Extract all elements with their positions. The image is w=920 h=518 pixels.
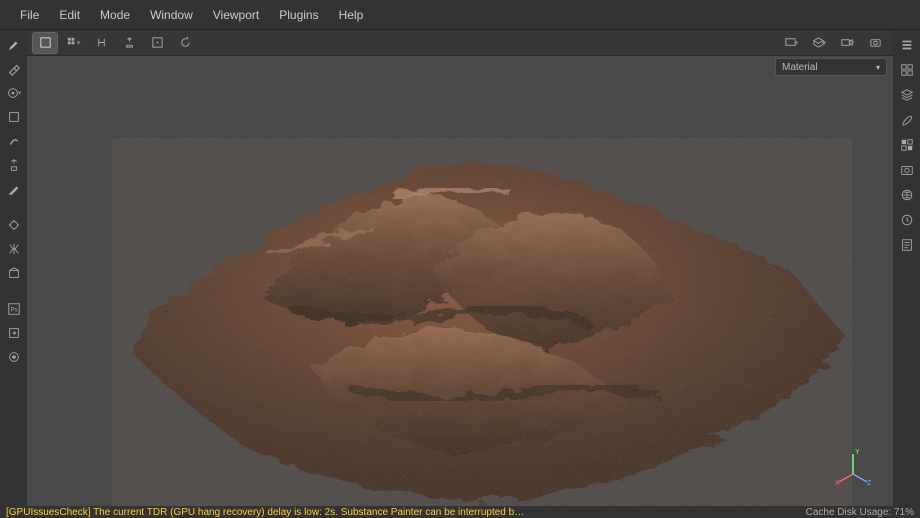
- toolbox-icon[interactable]: [897, 136, 917, 154]
- texture-set-icon[interactable]: [897, 61, 917, 79]
- right-toolbar: [893, 30, 920, 506]
- bake-icon[interactable]: [4, 216, 24, 234]
- capture-icon[interactable]: [863, 33, 887, 53]
- menu-mode[interactable]: Mode: [90, 8, 140, 22]
- frame-icon[interactable]: [145, 33, 169, 53]
- layers-icon[interactable]: [897, 86, 917, 104]
- history-icon[interactable]: [897, 211, 917, 229]
- display-icon[interactable]: ▾: [779, 33, 803, 53]
- svg-text:Y: Y: [855, 449, 860, 456]
- dropdown-row: Material ▾: [27, 56, 893, 80]
- log-icon[interactable]: [897, 236, 917, 254]
- menu-window[interactable]: Window: [140, 8, 203, 22]
- svg-text:Z: Z: [867, 480, 872, 486]
- polyfill-icon[interactable]: [4, 108, 24, 126]
- perspective-icon[interactable]: [33, 33, 57, 53]
- axis-gizmo[interactable]: Y X Z: [833, 446, 873, 486]
- mirror-icon[interactable]: [4, 240, 24, 258]
- terrain-mesh: [112, 138, 852, 506]
- world-icon[interactable]: [897, 186, 917, 204]
- svg-text:Ps: Ps: [10, 307, 17, 314]
- status-bar: [GPUIssuesCheck] The current TDR (GPU ha…: [0, 506, 920, 518]
- refresh-icon[interactable]: [173, 33, 197, 53]
- menu-help[interactable]: Help: [329, 8, 374, 22]
- shader-icon[interactable]: ▾: [807, 33, 831, 53]
- ps-icon[interactable]: Ps: [4, 300, 24, 318]
- grid-icon[interactable]: ▾: [61, 33, 85, 53]
- svg-text:X: X: [835, 480, 840, 486]
- status-cache: Cache Disk Usage: 71%: [806, 507, 914, 518]
- symmetry-icon[interactable]: [89, 33, 113, 53]
- viewport-3d[interactable]: Y X Z: [27, 80, 893, 506]
- camera-icon[interactable]: ▾: [835, 33, 859, 53]
- pivot-icon[interactable]: [117, 33, 141, 53]
- export-icon[interactable]: [4, 324, 24, 342]
- viewport-toolbar: ▾ ▾ ▾ ▾: [27, 30, 893, 56]
- menu-edit[interactable]: Edit: [49, 8, 90, 22]
- brush-settings-icon[interactable]: [897, 111, 917, 129]
- clone-icon[interactable]: [4, 156, 24, 174]
- smudge-icon[interactable]: [4, 132, 24, 150]
- properties-icon[interactable]: [897, 36, 917, 54]
- projection-icon[interactable]: ▾: [4, 84, 24, 102]
- menu-plugins[interactable]: Plugins: [269, 8, 328, 22]
- chevron-down-icon: ▾: [876, 63, 880, 72]
- material-dropdown-label: Material: [782, 62, 818, 73]
- resource-icon[interactable]: [4, 264, 24, 282]
- left-toolbar: ▾ Ps: [0, 30, 27, 506]
- status-warning: [GPUIssuesCheck] The current TDR (GPU ha…: [6, 507, 524, 518]
- menu-file[interactable]: File: [10, 8, 49, 22]
- material-picker-icon[interactable]: [4, 180, 24, 198]
- brush-icon[interactable]: [4, 36, 24, 54]
- eraser-icon[interactable]: [4, 60, 24, 78]
- screenshot-icon[interactable]: [897, 161, 917, 179]
- settings-icon[interactable]: [4, 348, 24, 366]
- menu-viewport[interactable]: Viewport: [203, 8, 269, 22]
- material-dropdown[interactable]: Material ▾: [775, 58, 887, 76]
- menubar: File Edit Mode Window Viewport Plugins H…: [0, 0, 920, 30]
